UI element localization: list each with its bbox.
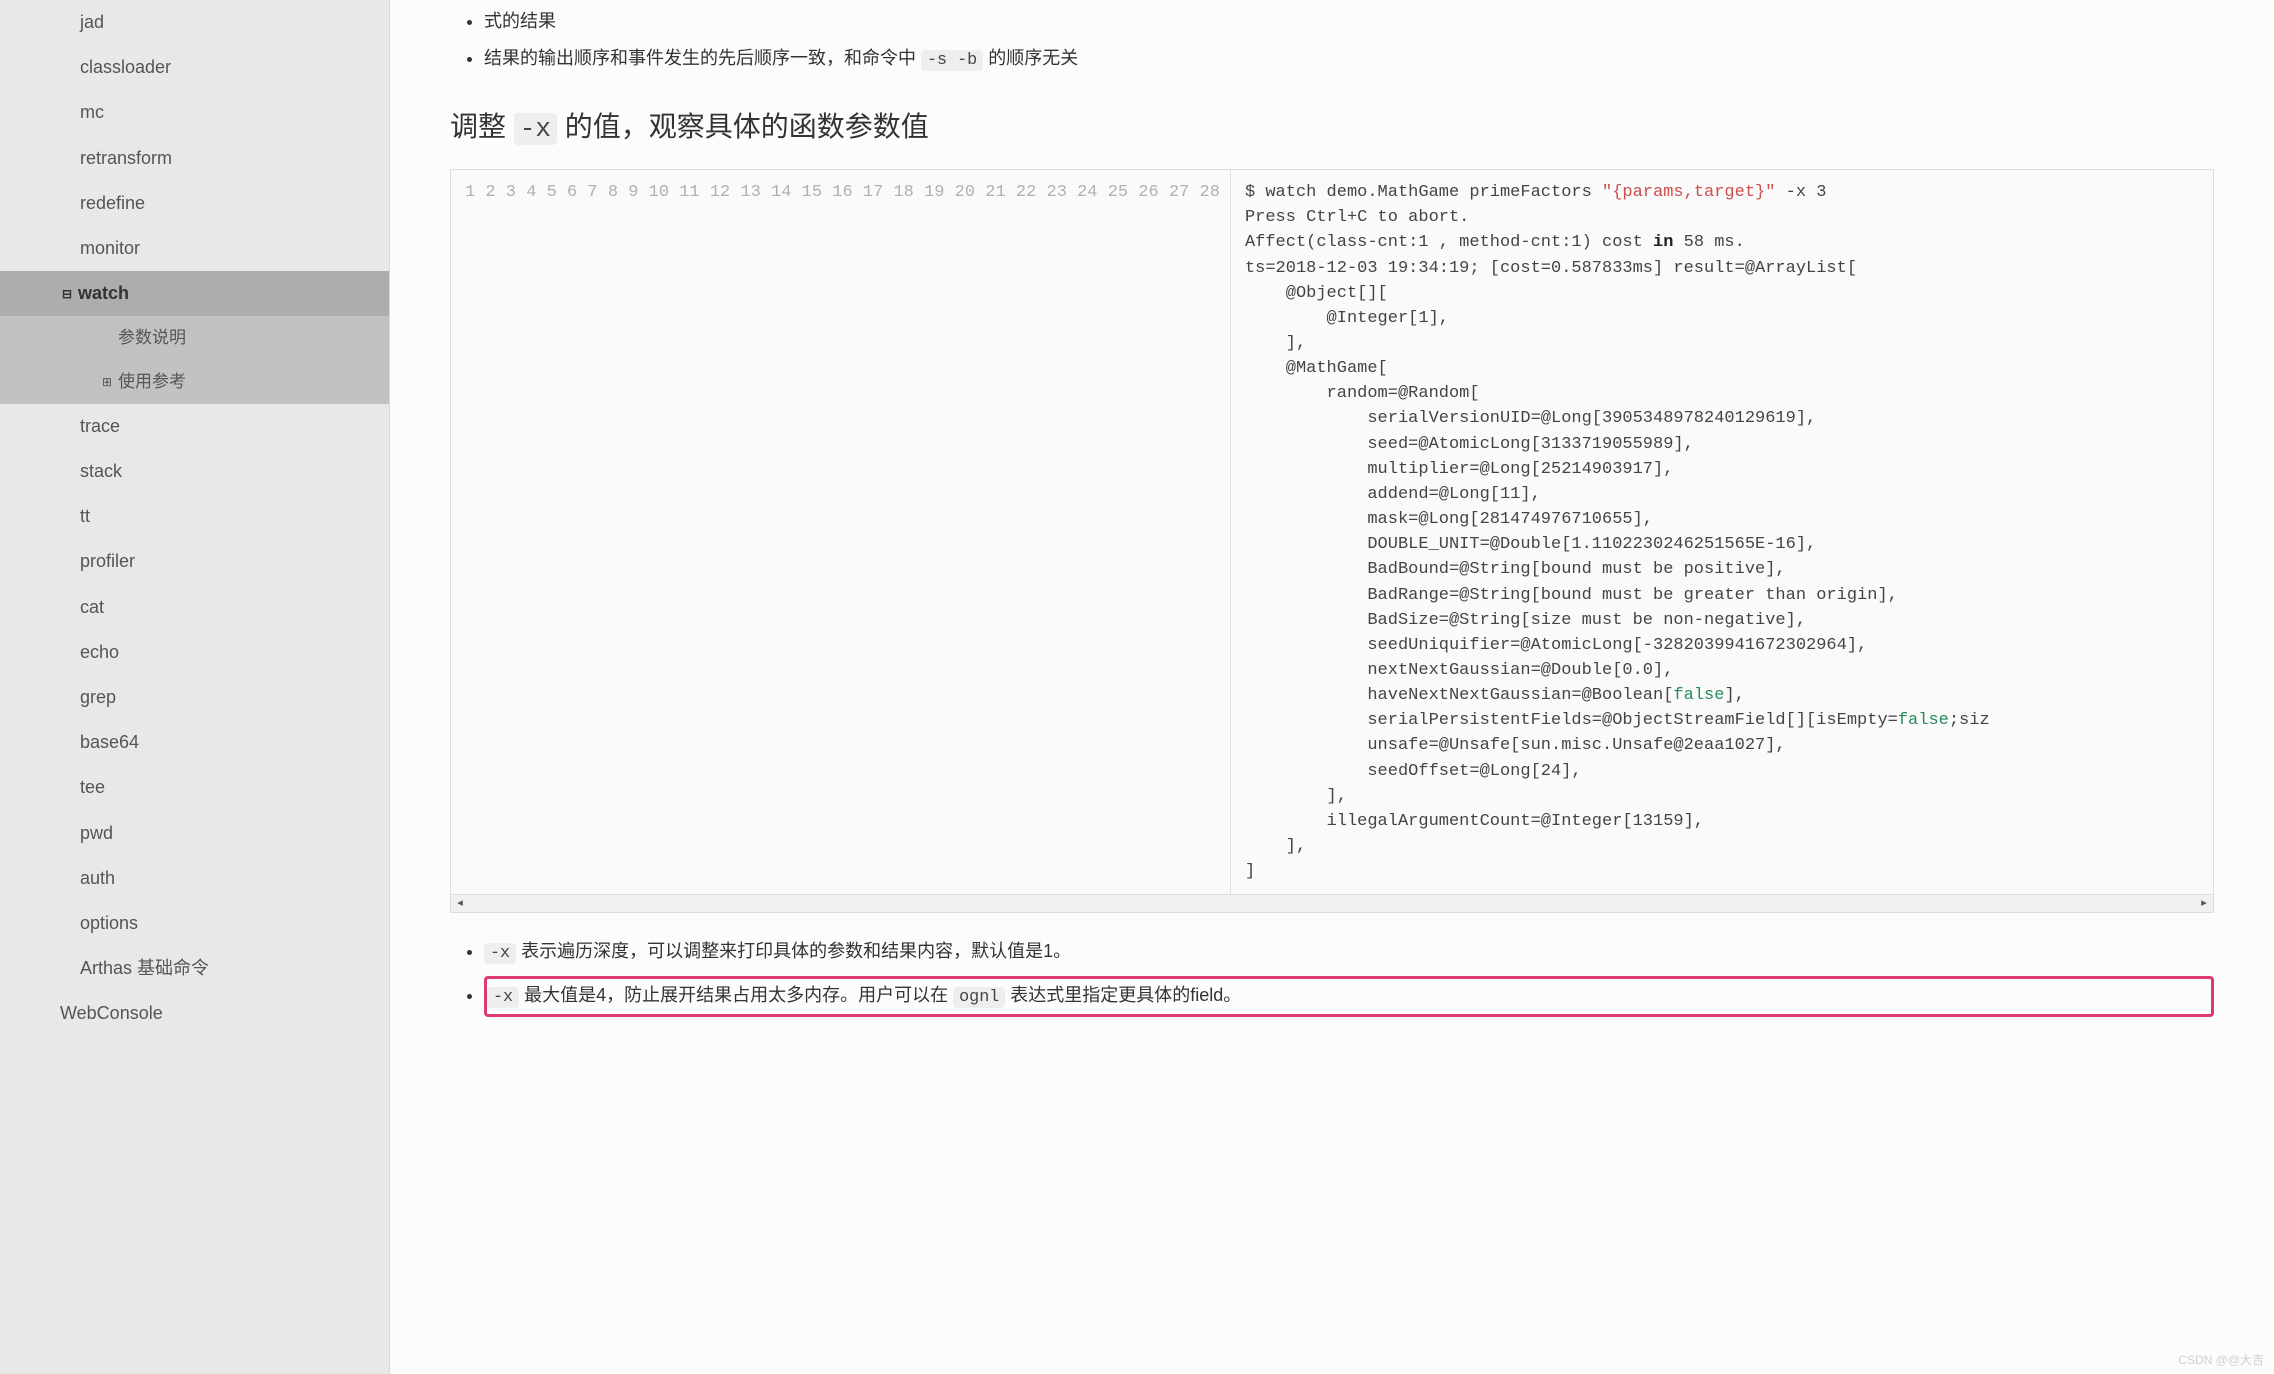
- expand-icon: ⊞: [100, 374, 114, 391]
- sidebar-item-monitor[interactable]: monitor: [0, 226, 389, 271]
- scroll-left-icon[interactable]: ◂: [451, 895, 469, 913]
- inline-code: -x: [514, 113, 557, 145]
- collapse-icon: ⊟: [60, 286, 74, 303]
- sidebar-item-tee[interactable]: tee: [0, 765, 389, 810]
- sidebar-item-label: 参数说明: [118, 328, 186, 347]
- list-item: 结果的输出顺序和事件发生的先后顺序一致，和命令中 -s -b 的顺序无关: [484, 43, 2214, 75]
- main-content: 式的结果 结果的输出顺序和事件发生的先后顺序一致，和命令中 -s -b 的顺序无…: [390, 0, 2274, 1374]
- sidebar-item-watch[interactable]: ⊟watch: [0, 271, 389, 316]
- sidebar-item-jad[interactable]: jad: [0, 0, 389, 45]
- sidebar-item-echo[interactable]: echo: [0, 630, 389, 675]
- sidebar-item-base64[interactable]: base64: [0, 720, 389, 765]
- horizontal-scrollbar[interactable]: ◂ ▸: [451, 894, 2213, 912]
- notes-list: -x 表示遍历深度，可以调整来打印具体的参数和结果内容，默认值是1。 -x 最大…: [484, 937, 2214, 1017]
- inline-code: -x: [487, 987, 519, 1008]
- sidebar-item-tt[interactable]: tt: [0, 494, 389, 539]
- sidebar-item-auth[interactable]: auth: [0, 856, 389, 901]
- line-numbers: 1 2 3 4 5 6 7 8 9 10 11 12 13 14 15 16 1…: [451, 170, 1231, 894]
- sidebar-item-trace[interactable]: trace: [0, 404, 389, 449]
- inline-code: -x: [484, 943, 516, 964]
- sidebar-item-retransform[interactable]: retransform: [0, 136, 389, 181]
- sidebar-item-stack[interactable]: stack: [0, 449, 389, 494]
- sidebar-nav: jad classloader mc retransform redefine …: [0, 0, 390, 1374]
- sidebar-item-usage-ref[interactable]: ⊞使用参考: [0, 360, 389, 404]
- sidebar-item-webconsole[interactable]: WebConsole: [0, 991, 389, 1036]
- intro-list: 式的结果 结果的输出顺序和事件发生的先后顺序一致，和命令中 -s -b 的顺序无…: [484, 6, 2214, 75]
- sidebar-item-profiler[interactable]: profiler: [0, 539, 389, 584]
- sidebar-item-pwd[interactable]: pwd: [0, 811, 389, 856]
- sidebar-item-label: 使用参考: [118, 372, 186, 391]
- sidebar-item-redefine[interactable]: redefine: [0, 181, 389, 226]
- sidebar-item-options[interactable]: options: [0, 901, 389, 946]
- sidebar-item-mc[interactable]: mc: [0, 90, 389, 135]
- sidebar-item-params-desc[interactable]: 参数说明: [0, 316, 389, 360]
- section-heading: 调整 -x 的值，观察具体的函数参数值: [450, 105, 2214, 145]
- list-item: -x 表示遍历深度，可以调整来打印具体的参数和结果内容，默认值是1。: [484, 937, 2214, 968]
- inline-code: -s -b: [921, 50, 983, 71]
- inline-code: ognl: [953, 987, 1005, 1008]
- highlighted-note: -x 最大值是4，防止展开结果占用太多内存。用户可以在 ognl 表达式里指定更…: [484, 976, 2214, 1017]
- list-item: 式的结果: [484, 6, 2214, 37]
- sidebar-item-label: watch: [78, 283, 129, 303]
- code-block: 1 2 3 4 5 6 7 8 9 10 11 12 13 14 15 16 1…: [450, 169, 2214, 913]
- watermark: CSDN @@大吉: [2178, 1351, 2264, 1368]
- sidebar-item-grep[interactable]: grep: [0, 675, 389, 720]
- sidebar-item-classloader[interactable]: classloader: [0, 45, 389, 90]
- sidebar-item-arthas-basic[interactable]: Arthas 基础命令: [0, 946, 389, 991]
- code-body: $ watch demo.MathGame primeFactors "{par…: [1231, 170, 2004, 894]
- sidebar-item-cat[interactable]: cat: [0, 585, 389, 630]
- scroll-right-icon[interactable]: ▸: [2195, 895, 2213, 913]
